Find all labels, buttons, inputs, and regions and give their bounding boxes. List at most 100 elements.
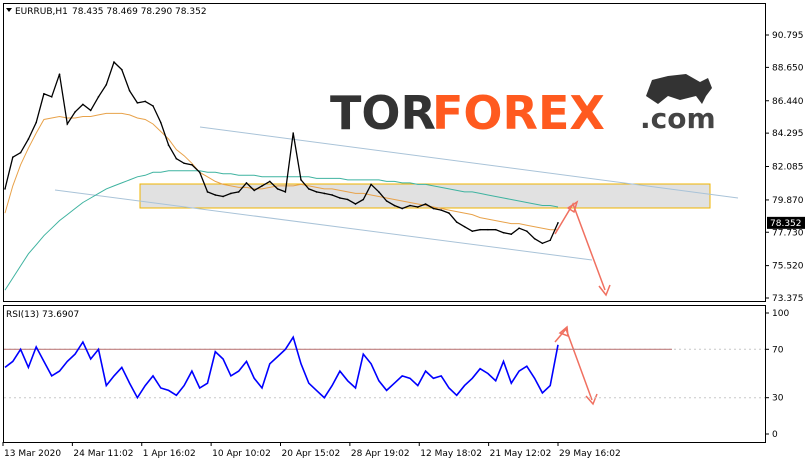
time-axis-label: 10 Apr 10:02	[212, 449, 271, 459]
price-point	[222, 195, 224, 198]
symbol-label: EURRUB,H1	[15, 7, 68, 17]
price-axis-label: 75.520	[772, 262, 804, 272]
rsi-axis-label: 70	[772, 345, 784, 355]
price-point	[315, 191, 318, 193]
price-point	[58, 73, 61, 75]
price-point	[541, 242, 544, 245]
price-point	[237, 191, 240, 193]
price-point	[253, 189, 256, 192]
price-point	[417, 206, 419, 208]
price-axis-label: 86.440	[772, 97, 804, 107]
price-point	[105, 83, 108, 86]
price-point	[370, 183, 372, 186]
price-point	[432, 207, 435, 210]
price-point	[167, 144, 170, 146]
price-point	[74, 111, 76, 113]
time-axis: 13 Mar 2020 24 Mar 11:02 1 Apr 16:02 10 Apr…	[2, 442, 621, 459]
price-point	[136, 102, 139, 104]
price-point	[284, 191, 287, 193]
price-point	[455, 221, 458, 223]
price-point	[206, 191, 209, 193]
price-point	[393, 204, 396, 207]
logo-forex: FOREX	[432, 86, 605, 140]
price-point	[354, 203, 357, 205]
price-point	[307, 188, 310, 190]
price-point	[409, 204, 411, 207]
price-point	[518, 227, 520, 229]
price-point	[245, 182, 248, 184]
rsi-axis-label: 100	[772, 309, 789, 319]
time-axis-label: 28 Apr 19:02	[351, 449, 410, 459]
price-point	[323, 192, 326, 195]
price-axis-label: 77.730	[772, 228, 804, 238]
price-point	[50, 96, 53, 98]
price-point	[479, 228, 481, 231]
time-axis-label: 24 Mar 11:02	[73, 449, 133, 459]
price-point	[175, 157, 178, 160]
price-point	[378, 191, 380, 193]
price-point	[549, 239, 552, 242]
price-point	[183, 162, 185, 165]
price-axis-label: 88.650	[772, 63, 804, 73]
price-axis: 90.795 88.650 86.440 84.295 82.085 79.870 77.7…	[765, 31, 804, 304]
price-point	[276, 188, 279, 190]
price-point	[346, 198, 349, 201]
price-point	[494, 228, 497, 231]
price-point	[487, 228, 489, 231]
rsi-header: RSI(13) 73.6907	[6, 310, 79, 320]
current-price-marker: 78.352	[767, 216, 805, 229]
price-axis-label: 90.795	[772, 31, 804, 41]
price-point	[533, 237, 536, 240]
time-axis-label: 12 May 18:02	[420, 449, 482, 459]
price-point	[198, 171, 201, 174]
price-point	[27, 138, 30, 140]
price-point	[471, 230, 474, 232]
time-axis-label: 13 Mar 2020	[4, 449, 61, 459]
chart-canvas: TOR FOREX .com 90.795 88.650 86.440 84.295 8…	[2, 3, 805, 459]
price-point	[43, 93, 45, 95]
price-point	[82, 103, 84, 106]
price-axis-label: 84.295	[772, 129, 804, 139]
price-point	[35, 121, 37, 124]
price-point	[269, 180, 271, 183]
price-axis-label: 82.085	[772, 163, 804, 173]
price-point	[152, 105, 154, 107]
price-point	[89, 109, 92, 112]
price-point	[11, 156, 14, 159]
price-point	[526, 230, 528, 232]
logo-com: .com	[640, 102, 716, 135]
current-price-label: 78.352	[770, 219, 802, 229]
time-axis-label: 1 Apr 16:02	[143, 449, 196, 459]
price-point	[121, 68, 123, 71]
price-point	[510, 233, 513, 236]
price-point	[191, 163, 193, 166]
price-axis-label: 73.375	[772, 294, 804, 304]
time-axis-label: 21 May 12:02	[490, 449, 552, 459]
price-point	[448, 212, 450, 214]
price-point	[424, 203, 427, 205]
price-point	[97, 96, 100, 98]
price-point	[300, 179, 302, 181]
rsi-panel-frame	[3, 305, 766, 443]
price-point	[66, 123, 69, 125]
price-point	[440, 209, 442, 211]
price-point	[401, 207, 404, 210]
price-point	[362, 198, 365, 201]
price-point	[214, 194, 217, 196]
price-point	[4, 188, 6, 190]
rsi-axis: 100 70 30 0	[765, 309, 789, 440]
price-point	[463, 225, 466, 228]
rsi-axis-label: 0	[772, 430, 778, 440]
price-point	[557, 222, 559, 224]
price-point	[292, 132, 294, 134]
price-point	[502, 231, 505, 234]
price-point	[144, 100, 146, 103]
price-point	[159, 121, 162, 124]
price-point	[385, 200, 388, 202]
price-point	[261, 185, 263, 187]
price-panel-frame	[3, 3, 766, 302]
ohlc-label: 78.435 78.469 78.290 78.352	[72, 7, 207, 17]
symbol-header: EURRUB,H1 78.435 78.469 78.290 78.352	[6, 7, 207, 17]
price-point	[128, 89, 131, 92]
price-point	[339, 197, 341, 199]
